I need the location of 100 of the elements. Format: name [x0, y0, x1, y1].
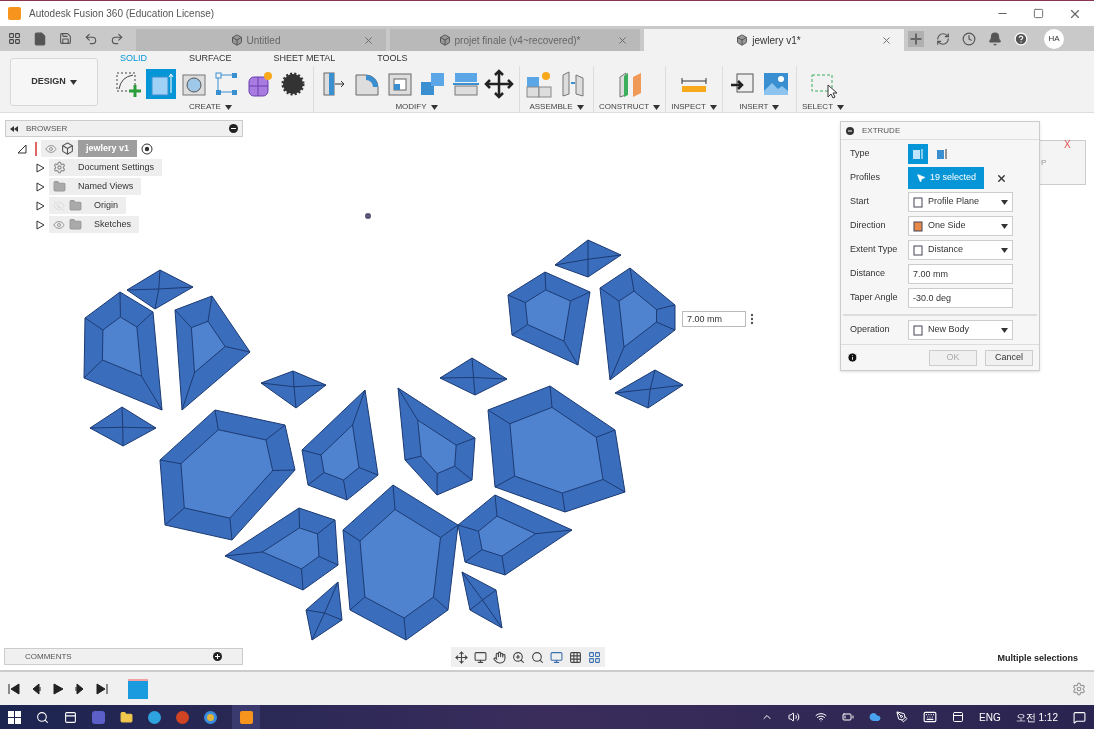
- expand-triangle-icon[interactable]: [35, 200, 45, 211]
- clock-text[interactable]: 오전 1:12: [1015, 709, 1058, 725]
- orbit-icon[interactable]: [455, 650, 468, 664]
- ribbon-tab[interactable]: SURFACE: [177, 51, 244, 66]
- tree-item[interactable]: Origin: [86, 197, 126, 214]
- ribbon-tab[interactable]: SHEET METAL: [261, 51, 348, 66]
- dimension-input[interactable]: 7.00 mm: [682, 311, 746, 327]
- undo-icon[interactable]: [84, 31, 98, 46]
- playback-icon[interactable]: [74, 682, 86, 695]
- grid-icon[interactable]: [569, 650, 582, 664]
- field-label: Taper Angle: [850, 291, 899, 305]
- browser-app-icon[interactable]: [204, 710, 217, 724]
- playback-icon[interactable]: [52, 682, 64, 695]
- folder-icon[interactable]: [120, 710, 133, 724]
- group-menu[interactable]: INSERT: [739, 101, 780, 113]
- dialog-button[interactable]: Cancel: [985, 349, 1033, 366]
- group-menu[interactable]: CONSTRUCT: [599, 101, 661, 113]
- group-menu[interactable]: INSPECT: [671, 101, 717, 113]
- viewports-icon[interactable]: [588, 650, 601, 664]
- caret-icon: [1001, 199, 1008, 205]
- layout-icon[interactable]: [952, 711, 965, 723]
- tool-button[interactable]: [484, 69, 514, 99]
- cube-icon: [438, 34, 451, 46]
- close-tab-icon[interactable]: [363, 34, 374, 46]
- expand-triangle-icon[interactable]: [17, 143, 27, 154]
- group-menu[interactable]: ASSEMBLE: [529, 101, 584, 113]
- expand-triangle-icon[interactable]: [35, 219, 45, 230]
- collapse-icon[interactable]: [846, 126, 854, 135]
- option-icon: [913, 244, 924, 256]
- wifi-icon[interactable]: [815, 711, 828, 723]
- pen-icon[interactable]: [896, 711, 909, 723]
- expand-triangle-icon[interactable]: [35, 162, 45, 173]
- status-text: Multiple selections: [997, 652, 1078, 665]
- playback-icon[interactable]: [30, 682, 42, 695]
- dropdown[interactable]: Distance: [908, 240, 1013, 260]
- timeline-feature-icon[interactable]: [128, 678, 148, 699]
- help-icon[interactable]: [1014, 31, 1028, 46]
- activate-radio-icon[interactable]: [141, 142, 154, 155]
- fit-icon[interactable]: [531, 650, 544, 664]
- dropdown[interactable]: New Body: [908, 320, 1013, 340]
- workspace-button[interactable]: DESIGN: [10, 58, 98, 106]
- pan-icon[interactable]: [493, 650, 506, 664]
- tree-item[interactable]: Document Settings: [70, 159, 163, 176]
- browser-app-icon[interactable]: [148, 710, 161, 724]
- collapse-icon[interactable]: [10, 125, 18, 132]
- task-view-icon[interactable]: [64, 710, 77, 724]
- axis-label: X: [1064, 138, 1071, 152]
- minimize-panel-icon[interactable]: [229, 124, 238, 133]
- input-field[interactable]: -30.0 deg: [908, 288, 1013, 308]
- option-icon: [913, 220, 924, 232]
- close-tab-icon[interactable]: [881, 34, 892, 46]
- caret-icon: [709, 104, 717, 110]
- battery-icon[interactable]: [842, 711, 855, 723]
- playback-icon[interactable]: [8, 682, 20, 695]
- zoom-icon[interactable]: [512, 650, 525, 664]
- keyboard-icon[interactable]: [923, 710, 938, 724]
- user-avatar[interactable]: HA: [1044, 28, 1064, 49]
- close-tab-icon[interactable]: [617, 34, 628, 46]
- new-tab-icon[interactable]: [908, 30, 924, 47]
- tree-item[interactable]: Named Views: [70, 178, 142, 195]
- ribbon-tab[interactable]: TOOLS: [365, 51, 420, 66]
- clear-selection-icon[interactable]: [996, 172, 1008, 184]
- clock-icon[interactable]: [962, 31, 976, 46]
- app-logo-icon[interactable]: [232, 705, 260, 729]
- group-menu[interactable]: MODIFY: [395, 101, 438, 113]
- file-icon[interactable]: [33, 31, 47, 46]
- chat-app-icon[interactable]: [92, 710, 105, 724]
- display-settings-icon[interactable]: [550, 650, 563, 664]
- language-indicator[interactable]: ENG: [979, 709, 1001, 725]
- playback-icon[interactable]: [96, 682, 108, 695]
- cloud-icon[interactable]: [869, 711, 882, 723]
- add-comment-icon[interactable]: [213, 652, 222, 661]
- info-icon[interactable]: [847, 352, 858, 363]
- look-at-icon[interactable]: [474, 650, 487, 664]
- field-label: Type: [850, 147, 871, 161]
- settings-icon: [53, 161, 66, 174]
- notification-icon[interactable]: [1073, 710, 1086, 724]
- maximize-icon[interactable]: [1033, 8, 1044, 19]
- sync-icon[interactable]: [936, 31, 950, 46]
- tree-item[interactable]: Sketches: [86, 216, 140, 233]
- presentation-app-icon[interactable]: [176, 710, 189, 724]
- start-icon[interactable]: [8, 710, 21, 724]
- dropdown[interactable]: Profile Plane: [908, 192, 1013, 212]
- field-label: Direction: [850, 219, 887, 233]
- document-tab[interactable]: jewlery v1*: [644, 29, 904, 51]
- save-icon[interactable]: [59, 32, 72, 45]
- search-icon[interactable]: [36, 710, 49, 724]
- more-options-icon[interactable]: [750, 313, 754, 325]
- speaker-icon[interactable]: [788, 711, 801, 723]
- notifications-icon[interactable]: [988, 31, 1002, 46]
- group-menu[interactable]: CREATE: [189, 101, 232, 113]
- expand-triangle-icon[interactable]: [35, 181, 45, 192]
- extrude-type-icon: [935, 147, 949, 161]
- dropdown[interactable]: One Side: [908, 216, 1013, 236]
- field-label: Operation: [850, 323, 891, 337]
- apps-grid-icon[interactable]: [8, 32, 21, 45]
- input-field[interactable]: 7.00 mm: [908, 264, 1013, 284]
- redo-icon[interactable]: [110, 31, 124, 46]
- caret-icon: [1001, 223, 1008, 229]
- group-menu[interactable]: SELECT: [801, 101, 844, 113]
